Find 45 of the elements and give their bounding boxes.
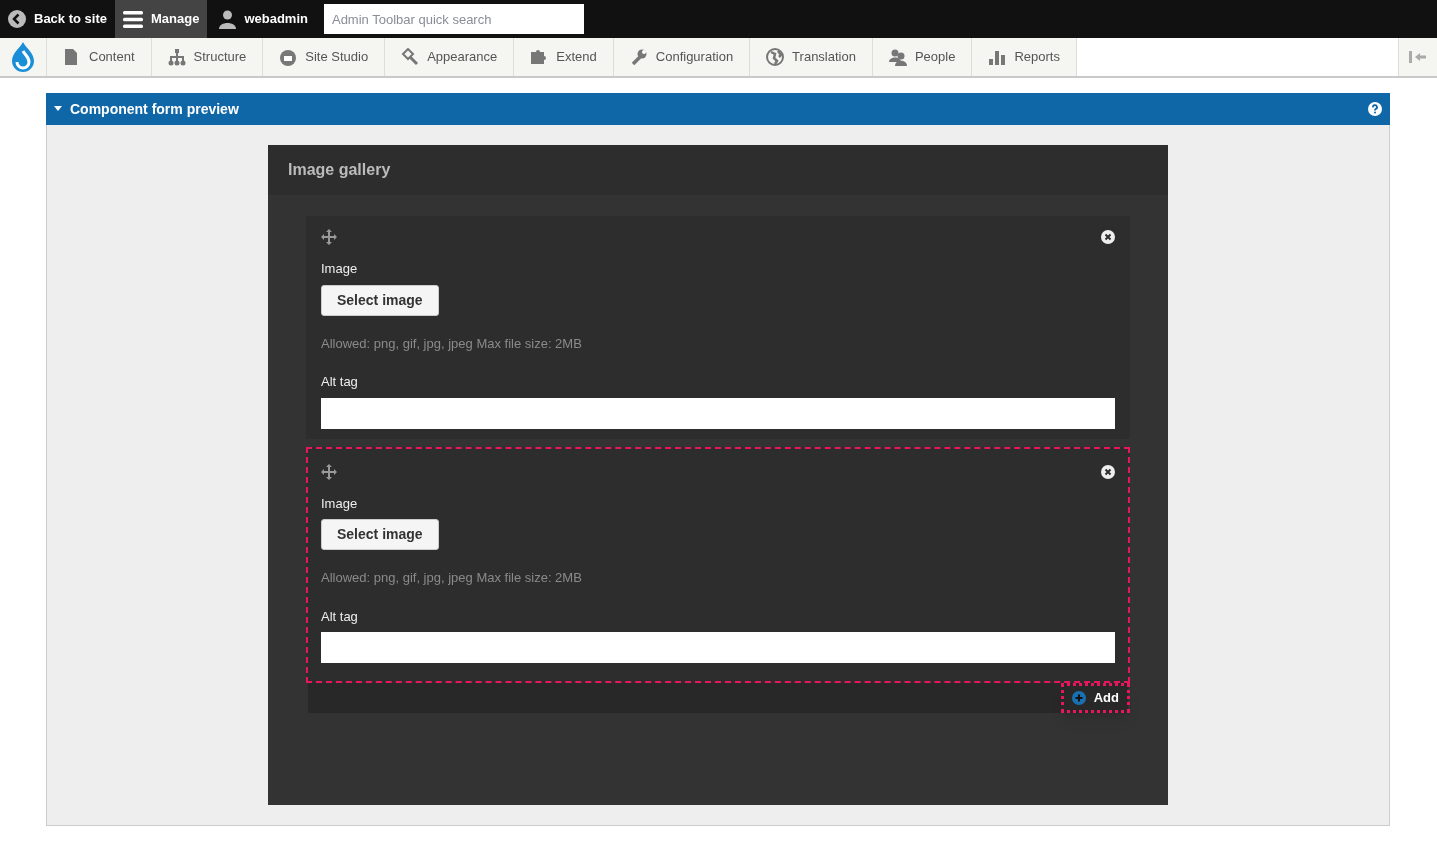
- puzzle-icon: [530, 48, 549, 66]
- panel-header[interactable]: Component form preview: [46, 93, 1390, 125]
- menu-item[interactable]: Structure: [151, 38, 264, 76]
- form-title: Image gallery: [288, 160, 391, 180]
- wrench-icon: [629, 48, 648, 66]
- help-text: Allowed: png, gif, jpg, jpeg Max file size: 2MB: [321, 334, 583, 353]
- people-icon: [888, 48, 907, 66]
- menu-icon: [123, 10, 143, 28]
- drop-logo-icon[interactable]: [10, 41, 36, 73]
- bar-chart-icon: [988, 48, 1007, 66]
- manage-tab[interactable]: Manage: [115, 0, 208, 38]
- plus-circle-icon: [1071, 691, 1086, 705]
- select-image-button[interactable]: Select image: [321, 519, 439, 550]
- caret-icon: [54, 106, 62, 112]
- person-icon: [219, 9, 237, 29]
- menu-item[interactable]: Translation: [750, 38, 873, 76]
- field-label: Alt tag: [321, 607, 359, 626]
- menu-item[interactable]: Configuration: [613, 38, 751, 76]
- field-label: Image: [321, 494, 359, 513]
- drag-handle-icon[interactable]: [321, 229, 337, 245]
- menu-item[interactable]: Reports: [972, 38, 1077, 76]
- panel-title: Component form preview: [70, 99, 239, 119]
- hierarchy-icon: [167, 48, 186, 66]
- search-field[interactable]: Admin Toolbar quick search: [323, 4, 584, 34]
- menu-item[interactable]: People: [872, 38, 973, 76]
- back-to-site-link[interactable]: Back to site: [0, 0, 115, 38]
- drop-icon: [279, 48, 298, 66]
- field-label: Image: [321, 260, 359, 278]
- alt-tag-field[interactable]: [321, 632, 1115, 663]
- user-tab[interactable]: webadmin: [207, 0, 320, 38]
- menu-item[interactable]: Appearance: [385, 38, 515, 76]
- close-icon[interactable]: [1101, 464, 1115, 479]
- menu-item[interactable]: Content: [47, 38, 152, 76]
- paint-tool-icon: [401, 48, 420, 66]
- field-label: Alt tag: [321, 373, 359, 391]
- menu-item[interactable]: Site Studio: [263, 38, 386, 76]
- add-button[interactable]: Add: [1060, 683, 1130, 713]
- globe-icon: [766, 48, 785, 66]
- drag-handle-icon[interactable]: [321, 463, 337, 480]
- menu-item[interactable]: Extend: [514, 38, 614, 76]
- select-image-button[interactable]: Select image: [321, 284, 439, 316]
- help-text: Allowed: png, gif, jpg, jpeg Max file size: 2MB: [321, 569, 583, 587]
- alt-tag-field[interactable]: [321, 397, 1115, 429]
- close-icon[interactable]: [1101, 230, 1115, 244]
- help-icon[interactable]: [1368, 102, 1382, 116]
